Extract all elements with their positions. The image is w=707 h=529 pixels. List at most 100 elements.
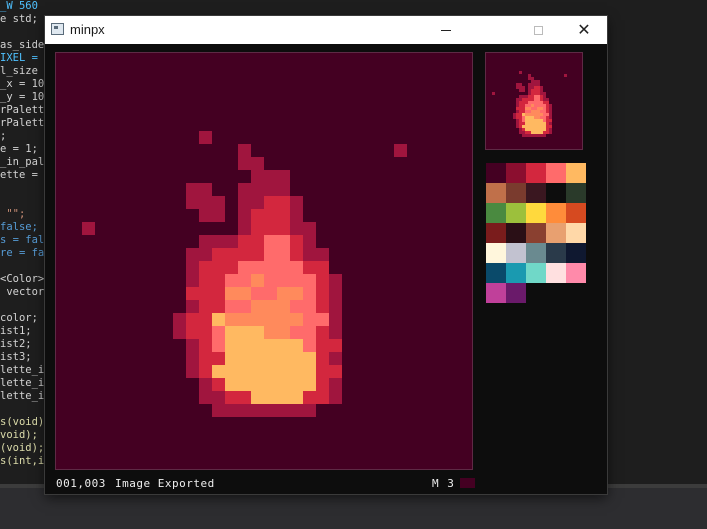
- pixel: [290, 222, 303, 235]
- pixel: [303, 326, 316, 339]
- pixel: [316, 261, 329, 274]
- pixel: [212, 352, 225, 365]
- palette-swatch[interactable]: [546, 163, 566, 183]
- title-bar[interactable]: minpx ✕: [45, 16, 607, 44]
- palette-swatch[interactable]: [566, 163, 586, 183]
- pixel: [186, 274, 199, 287]
- pixel: [82, 222, 95, 235]
- pixel: [290, 313, 303, 326]
- pixel: [225, 378, 238, 391]
- pixel: [199, 391, 212, 404]
- palette-swatch[interactable]: [546, 203, 566, 223]
- palette-swatch[interactable]: [566, 183, 586, 203]
- pixel: [199, 365, 212, 378]
- pixel: [277, 391, 290, 404]
- code-line: s = fals: [0, 234, 51, 246]
- pixel: [290, 378, 303, 391]
- minpx-window: minpx ✕ 001,003 Image Exported M 3: [45, 16, 607, 494]
- close-button[interactable]: ✕: [561, 16, 607, 44]
- palette-swatch[interactable]: [526, 163, 546, 183]
- pixel: [199, 235, 212, 248]
- palette-swatch[interactable]: [546, 223, 566, 243]
- palette-swatch[interactable]: [566, 263, 586, 283]
- palette-swatch[interactable]: [506, 163, 526, 183]
- pixel: [277, 287, 290, 300]
- palette-swatch[interactable]: [506, 283, 526, 303]
- palette-swatch[interactable]: [546, 243, 566, 263]
- code-line: vector<: [0, 286, 51, 298]
- pixel: [303, 261, 316, 274]
- maximize-button[interactable]: [515, 16, 561, 44]
- palette-swatch[interactable]: [486, 183, 506, 203]
- palette-swatch[interactable]: [486, 243, 506, 263]
- code-line: re = fal: [0, 247, 51, 259]
- palette-swatch[interactable]: [506, 243, 526, 263]
- pixel: [329, 274, 342, 287]
- pixel: [225, 313, 238, 326]
- pixel: [251, 261, 264, 274]
- pixel: [303, 300, 316, 313]
- palette-swatch[interactable]: [566, 223, 586, 243]
- code-line: _in_pale: [0, 156, 51, 168]
- pixel: [251, 196, 264, 209]
- palette-swatch[interactable]: [486, 223, 506, 243]
- pixel: [199, 378, 212, 391]
- code-line: void);: [0, 429, 38, 441]
- palette-swatch[interactable]: [546, 183, 566, 203]
- pixel: [277, 261, 290, 274]
- pixel: [277, 170, 290, 183]
- code-line: rPalette: [0, 117, 51, 129]
- pixel: [303, 248, 316, 261]
- code-line: as_side: [0, 39, 45, 51]
- palette-swatch[interactable]: [526, 183, 546, 203]
- pixel: [303, 287, 316, 300]
- code-line: s(void);: [0, 416, 51, 428]
- preview-pixel: [492, 92, 495, 95]
- pixel: [186, 287, 199, 300]
- pixel: [290, 365, 303, 378]
- pixel: [329, 378, 342, 391]
- palette-swatch[interactable]: [526, 203, 546, 223]
- palette-swatch[interactable]: [566, 243, 586, 263]
- pixel: [238, 313, 251, 326]
- palette-swatch[interactable]: [506, 223, 526, 243]
- pixel: [251, 274, 264, 287]
- preview-pixel: [564, 74, 567, 77]
- palette-swatch[interactable]: [506, 263, 526, 283]
- pixel: [264, 261, 277, 274]
- pixel-canvas[interactable]: [55, 52, 473, 470]
- pixel: [238, 326, 251, 339]
- palette-swatch[interactable]: [546, 263, 566, 283]
- palette-swatch[interactable]: [486, 163, 506, 183]
- pixel: [316, 326, 329, 339]
- code-line: (void);: [0, 442, 45, 454]
- pixel: [290, 209, 303, 222]
- minimize-button[interactable]: [423, 16, 469, 44]
- palette-swatch[interactable]: [506, 183, 526, 203]
- palette-swatch[interactable]: [486, 283, 506, 303]
- palette-swatch[interactable]: [526, 243, 546, 263]
- pixel: [316, 274, 329, 287]
- pixel: [225, 391, 238, 404]
- pixel: [238, 196, 251, 209]
- palette-swatch[interactable]: [506, 203, 526, 223]
- pixel: [186, 300, 199, 313]
- pixel: [290, 287, 303, 300]
- pixel: [264, 170, 277, 183]
- pixel: [212, 313, 225, 326]
- pixel: [225, 352, 238, 365]
- pixel: [238, 339, 251, 352]
- pixel: [238, 404, 251, 417]
- palette-swatch[interactable]: [486, 263, 506, 283]
- pixel: [277, 326, 290, 339]
- pixel: [199, 300, 212, 313]
- pixel: [277, 313, 290, 326]
- palette-swatch[interactable]: [486, 203, 506, 223]
- pixel: [199, 274, 212, 287]
- pixel: [173, 326, 186, 339]
- palette-swatch[interactable]: [566, 203, 586, 223]
- palette-swatch[interactable]: [526, 263, 546, 283]
- pixel: [316, 391, 329, 404]
- mode-indicator: M 3: [432, 477, 455, 490]
- palette-swatch[interactable]: [526, 223, 546, 243]
